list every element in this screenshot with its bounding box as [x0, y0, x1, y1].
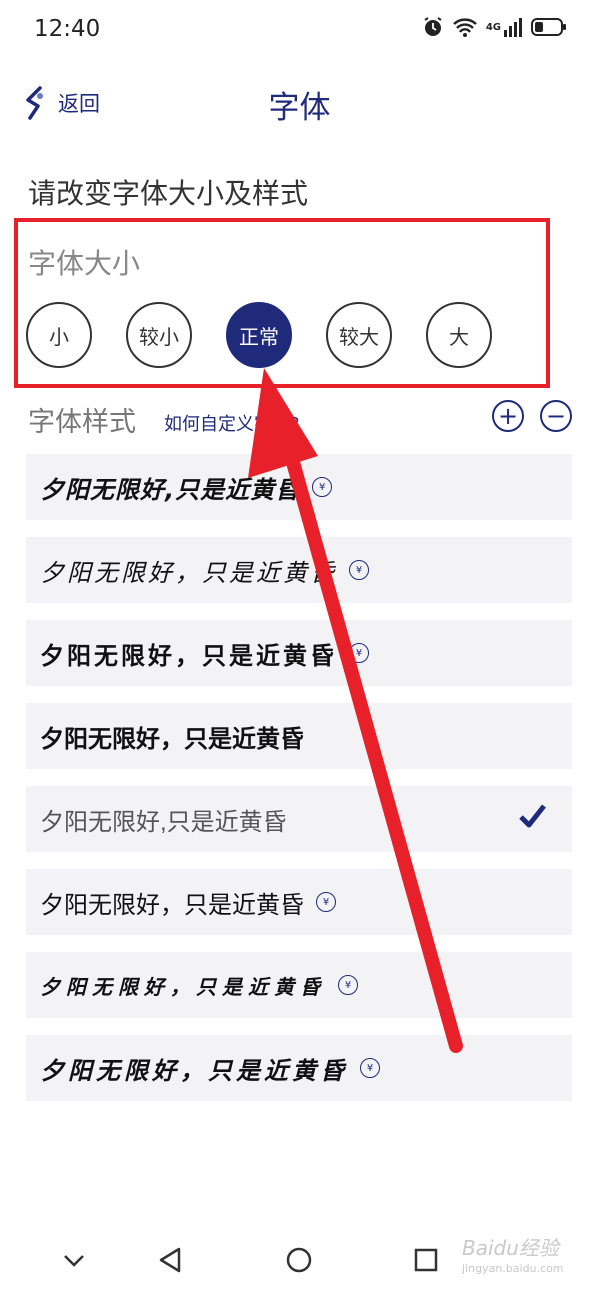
font-sample-text: 夕阳无限好，只是近黄昏	[40, 892, 304, 919]
font-style-item[interactable]: 夕阳无限好,只是近黄昏 ¥	[26, 454, 572, 520]
plus-icon: +	[497, 402, 519, 430]
instruction-text: 请改变字体大小及样式	[28, 177, 309, 210]
signal-icon	[504, 18, 522, 37]
paid-coin-icon: ¥	[349, 643, 369, 663]
checkmark-icon	[519, 804, 546, 828]
nav-collapse-button[interactable]	[54, 1240, 94, 1280]
paid-coin-icon: ¥	[349, 560, 369, 580]
font-style-item[interactable]: 夕阳无限好，只是近黄昏	[26, 703, 572, 769]
font-sample-text: 夕阳无限好，只是近黄昏	[40, 725, 304, 753]
back-label: 返回	[58, 92, 100, 116]
triangle-back-icon	[159, 1247, 181, 1273]
nav-recents-button[interactable]	[406, 1240, 446, 1280]
font-sample-text: 夕阳无限好,只是近黄昏	[40, 808, 287, 836]
status-bar: 12:40 4G	[0, 0, 599, 58]
font-style-label: 字体样式	[28, 407, 136, 438]
font-style-item[interactable]: 夕阳无限好，只是近黄昏 ¥	[26, 620, 572, 686]
network-type-label: 4G	[485, 21, 501, 33]
nav-home-button[interactable]	[279, 1240, 319, 1280]
battery-icon	[531, 18, 566, 36]
font-sample-text: 夕阳无限好，只是近黄昏	[40, 1056, 348, 1085]
watermark-logo: Baidu经验	[462, 1236, 559, 1260]
square-recents-icon	[414, 1248, 438, 1272]
font-sample-text: 夕阳无限好，只是近黄昏	[40, 558, 337, 587]
font-sample-text: 夕阳无限好，只是近黄昏	[40, 974, 326, 999]
size-option-smaller[interactable]: 较小	[126, 302, 192, 368]
nav-back-button[interactable]	[150, 1240, 190, 1280]
back-arrow-icon	[26, 86, 43, 120]
font-style-list: 夕阳无限好,只是近黄昏 ¥ 夕阳无限好，只是近黄昏 ¥ 夕阳无限好，只是近黄昏 …	[26, 454, 572, 1118]
font-style-item[interactable]: 夕阳无限好，只是近黄昏 ¥	[26, 1035, 572, 1101]
font-style-header: 字体样式 如何自定义字库? + −	[28, 400, 576, 440]
size-option-large[interactable]: 大	[426, 302, 492, 368]
paid-coin-icon: ¥	[338, 975, 358, 995]
font-style-item[interactable]: 夕阳无限好，只是近黄昏 ¥	[26, 869, 572, 935]
status-time: 12:40	[34, 16, 101, 42]
paid-coin-icon: ¥	[360, 1058, 380, 1078]
status-icons: 4G	[422, 16, 567, 38]
font-sample-text: 夕阳无限好,只是近黄昏	[40, 475, 301, 504]
watermark-url: jingyan.baidu.com	[462, 1262, 564, 1275]
wifi-icon	[453, 18, 477, 37]
alarm-icon	[424, 17, 442, 36]
font-style-item[interactable]: 夕阳无限好，只是近黄昏 ¥	[26, 952, 572, 1018]
font-style-item[interactable]: 夕阳无限好，只是近黄昏 ¥	[26, 537, 572, 603]
minus-icon: −	[545, 402, 567, 430]
size-option-larger[interactable]: 较大	[326, 302, 392, 368]
size-option-normal[interactable]: 正常	[226, 302, 292, 368]
size-option-small[interactable]: 小	[26, 302, 92, 368]
circle-home-icon	[286, 1247, 312, 1273]
font-style-item-selected[interactable]: 夕阳无限好,只是近黄昏	[26, 786, 572, 852]
paid-coin-icon: ¥	[316, 892, 336, 912]
font-size-label: 字体大小	[28, 247, 141, 280]
add-font-button[interactable]: +	[492, 400, 524, 432]
remove-font-button[interactable]: −	[540, 400, 572, 432]
chevron-down-icon	[64, 1255, 84, 1267]
font-sample-text: 夕阳无限好，只是近黄昏	[40, 640, 337, 670]
font-size-options: 小 较小 正常 较大 大	[26, 302, 492, 368]
custom-font-help-link[interactable]: 如何自定义字库?	[164, 410, 300, 436]
paid-coin-icon: ¥	[312, 477, 333, 497]
header: 字体 返回	[0, 80, 599, 128]
back-button[interactable]: 返回	[22, 86, 100, 120]
